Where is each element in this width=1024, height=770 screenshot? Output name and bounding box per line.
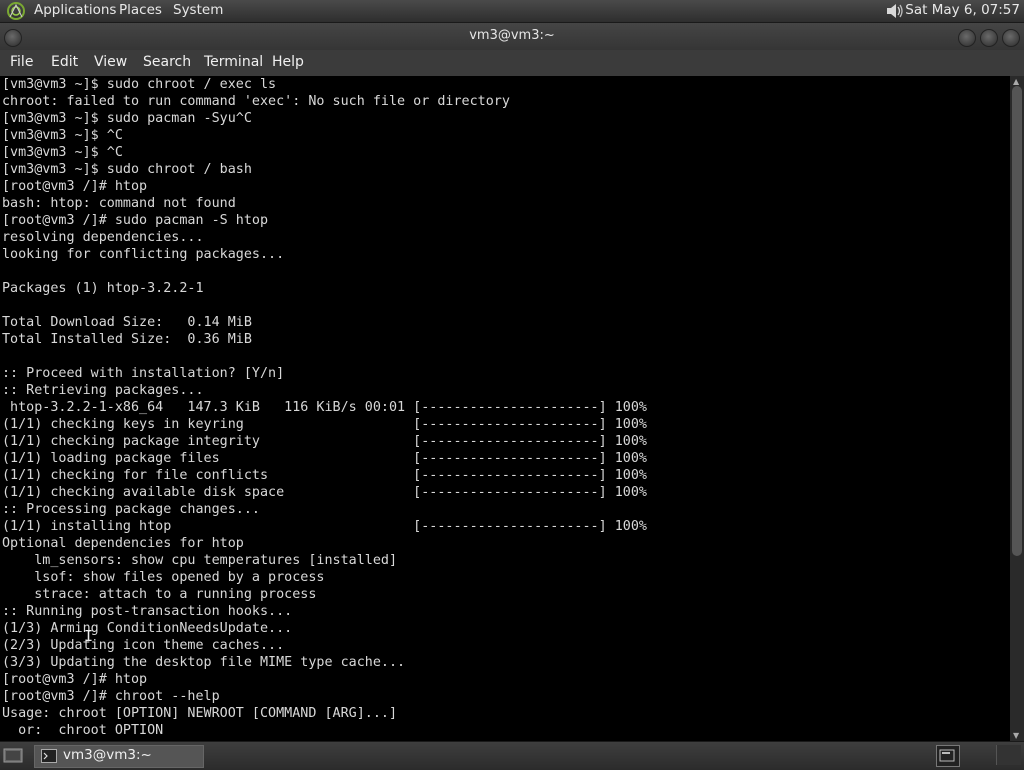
terminal-line: [root@vm3 /]# chroot --help: [2, 689, 220, 704]
menu-edit[interactable]: Edit: [51, 54, 78, 70]
terminal-line: or: chroot OPTION: [2, 723, 164, 738]
terminal-line: (2/3) Updating icon theme caches...: [2, 638, 285, 653]
terminal-line: :: Processing package changes...: [2, 502, 260, 517]
terminal-line: (1/1) installing htop [-----------------…: [2, 519, 647, 534]
terminal-line: bash: htop: command not found: [2, 196, 236, 211]
menubar: File Edit View Search Terminal Help: [0, 50, 1024, 76]
taskbar-item-terminal[interactable]: vm3@vm3:~: [34, 745, 204, 768]
terminal-line: (1/1) checking keys in keyring [--------…: [2, 417, 647, 432]
terminal-line: :: Proceed with installation? [Y/n]: [2, 366, 285, 381]
taskbar-item-label: vm3@vm3:~: [63, 747, 152, 763]
terminal-line: resolving dependencies...: [2, 230, 204, 245]
menu-system[interactable]: System: [173, 2, 223, 18]
scrollbar[interactable]: ▲ ▼: [1010, 76, 1024, 741]
terminal-line: [root@vm3 /]# htop: [2, 179, 148, 194]
terminal-output[interactable]: [vm3@vm3 ~]$ sudo chroot / exec ls chroot…: [0, 76, 1010, 741]
terminal-line: :: Running post-transaction hooks...: [2, 604, 293, 619]
terminal-line: [vm3@vm3 ~]$ sudo pacman -Syu^C: [2, 111, 252, 126]
terminal-line: looking for conflicting packages...: [2, 247, 285, 262]
terminal-line: Optional dependencies for htop: [2, 536, 244, 551]
terminal-line: (1/1) checking package integrity [------…: [2, 434, 647, 449]
maximize-button[interactable]: [980, 29, 998, 47]
distro-logo-icon[interactable]: [6, 1, 26, 21]
trash-applet[interactable]: [996, 745, 1021, 765]
clock[interactable]: Sat May 6, 07:57: [905, 2, 1020, 18]
scroll-up-icon[interactable]: ▲: [1013, 77, 1019, 86]
window-title: vm3@vm3:~: [469, 28, 555, 43]
terminal-line: [vm3@vm3 ~]$ sudo chroot / bash: [2, 162, 252, 177]
terminal-line: [vm3@vm3 ~]$ ^C: [2, 145, 123, 160]
workspace-switcher[interactable]: [936, 745, 960, 767]
terminal-line: (1/1) checking for file conflicts [-----…: [2, 468, 647, 483]
scroll-down-icon[interactable]: ▼: [1013, 731, 1019, 740]
menu-terminal[interactable]: Terminal: [204, 54, 263, 70]
workspace-icon: [939, 749, 955, 762]
close-button[interactable]: [1002, 29, 1020, 47]
menu-places[interactable]: Places: [119, 2, 162, 18]
menu-file[interactable]: File: [10, 54, 33, 70]
terminal-line: [root@vm3 /]# sudo pacman -S htop: [2, 213, 269, 228]
terminal-line: (1/1) loading package files [-----------…: [2, 451, 647, 466]
terminal-line: (1/1) checking available disk space [---…: [2, 485, 647, 500]
terminal-line: [vm3@vm3 ~]$ ^C: [2, 128, 123, 143]
bottom-panel: vm3@vm3:~: [0, 741, 1024, 769]
menu-help[interactable]: Help: [272, 54, 304, 70]
terminal-line: chroot: failed to run command 'exec': No…: [2, 94, 510, 109]
text-cursor-icon: I: [84, 627, 94, 645]
terminal-line: (3/3) Updating the desktop file MIME typ…: [2, 655, 406, 670]
terminal-text: [vm3@vm3 ~]$ sudo chroot / exec ls chroot…: [2, 76, 647, 739]
menu-search[interactable]: Search: [143, 54, 191, 70]
menu-applications[interactable]: Applications: [34, 2, 116, 18]
terminal-line: (1/3) Arming ConditionNeedsUpdate...: [2, 621, 293, 636]
terminal-line: :: Retrieving packages...: [2, 383, 204, 398]
scroll-thumb[interactable]: [1012, 86, 1022, 556]
terminal-line: htop-3.2.2-1-x86_64 147.3 KiB 116 KiB/s …: [2, 400, 647, 415]
terminal-line: Total Installed Size: 0.36 MiB: [2, 332, 252, 347]
menu-view[interactable]: View: [94, 54, 127, 70]
terminal-icon: [41, 749, 57, 763]
window-titlebar[interactable]: vm3@vm3:~: [0, 23, 1024, 50]
top-panel: Applications Places System Sat May 6, 07…: [0, 0, 1024, 23]
terminal-window: vm3@vm3:~ File Edit View Search Terminal…: [0, 23, 1024, 741]
volume-icon[interactable]: [884, 1, 906, 21]
terminal-line: Packages (1) htop-3.2.2-1: [2, 281, 204, 296]
terminal-line: lsof: show files opened by a process: [2, 570, 325, 585]
show-desktop-icon[interactable]: [3, 746, 23, 764]
terminal-line: lm_sensors: show cpu temperatures [insta…: [2, 553, 398, 568]
terminal-line: [root@vm3 /]# htop: [2, 672, 148, 687]
minimize-button[interactable]: [958, 29, 976, 47]
terminal-line: strace: attach to a running process: [2, 587, 317, 602]
terminal-line: Total Download Size: 0.14 MiB: [2, 315, 252, 330]
terminal-line: [vm3@vm3 ~]$ sudo chroot / exec ls: [2, 77, 277, 92]
terminal-line: Usage: chroot [OPTION] NEWROOT [COMMAND …: [2, 706, 398, 721]
